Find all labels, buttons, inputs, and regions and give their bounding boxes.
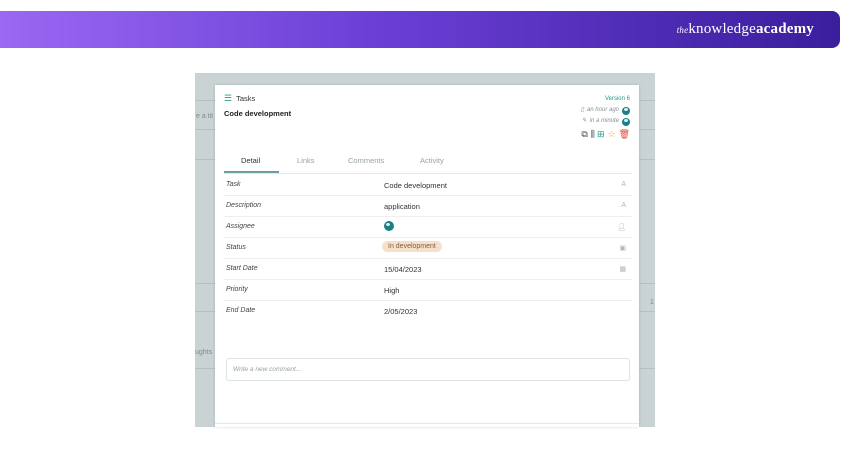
tab-detail[interactable]: Detail [241,156,260,165]
open-external-icon[interactable]: ⧉ [581,129,587,139]
tab-activity[interactable]: Activity [420,156,444,165]
brand-logo: theknowledgeacademy [676,21,814,37]
field-value[interactable]: High [384,286,399,295]
person-icon: 👤︎ [617,224,626,231]
star-icon[interactable]: ☆ [607,129,615,139]
comment-input[interactable] [227,359,629,380]
field-label: Assignee [226,223,255,230]
tab-links[interactable]: Links [297,156,315,165]
status-badge[interactable]: In development [382,241,442,252]
bg-text: e a tit [196,113,214,120]
field-label: Priority [226,286,248,293]
select-icon: ▣ [619,245,626,252]
task-detail-modal: ☰ Tasks Code development Version 6 ▯ an … [215,85,639,427]
pencil-icon: ✎ [581,118,587,124]
avatar [622,117,630,126]
field-label: End Date [226,307,256,314]
trash-icon[interactable]: 🗑 [619,129,630,139]
version-info: Version 6 ▯ an hour ago ✎ in a minute [581,94,630,127]
field-row-description[interactable]: Description application A [224,195,632,217]
text-icon: A [621,181,626,188]
field-row-task[interactable]: Task Code development A [224,174,632,196]
edited-time: in a minute [589,118,619,124]
field-row-priority[interactable]: Priority High [224,279,632,301]
breadcrumb: ☰ Tasks [224,93,256,104]
action-toolbar: ⧉ ⫼ ⊞ ☆ 🗑 [581,129,630,139]
text-icon: A [621,202,626,209]
assignee-avatar[interactable] [384,221,394,231]
page-title: Code development [224,109,292,118]
document-icon: ▯ [580,107,584,113]
table-icon[interactable]: ⊞ [597,129,605,139]
field-value[interactable]: Code development [384,181,447,190]
tab-comments[interactable]: Comments [348,156,384,165]
task-list-icon: ☰ [224,93,233,103]
section-label: Tasks [236,94,256,103]
bg-text: ughts [195,349,213,356]
active-tab-indicator [224,171,279,173]
tab-bar: Detail Links Comments Activity [224,149,632,174]
field-value[interactable]: 15/04/2023 [384,265,422,274]
edited-info: ✎ in a minute [581,116,630,127]
field-label: Status [226,244,246,251]
header-banner: theknowledgeacademy [0,11,840,48]
field-row-assignee[interactable]: Assignee 👤︎ [224,216,632,238]
avatar [622,106,630,115]
field-label: Start Date [226,265,258,272]
field-row-status[interactable]: Status In development ▣ [224,237,632,259]
field-row-end-date[interactable]: End Date 2/05/2023 [224,300,632,321]
comment-box [226,358,630,381]
created-info: ▯ an hour ago [581,105,630,116]
bg-text: 1 [650,299,654,306]
field-row-start-date[interactable]: Start Date 15/04/2023 ▦ [224,258,632,280]
divider [215,423,639,424]
field-label: Description [226,202,262,209]
field-value[interactable]: 2/05/2023 [384,307,417,316]
created-time: an hour ago [586,107,619,113]
calendar-icon: ▦ [619,266,626,273]
columns-icon[interactable]: ⫼ [591,129,595,139]
field-value[interactable]: application [384,202,420,211]
version-label[interactable]: Version 6 [581,94,630,105]
field-label: Task [226,181,241,188]
